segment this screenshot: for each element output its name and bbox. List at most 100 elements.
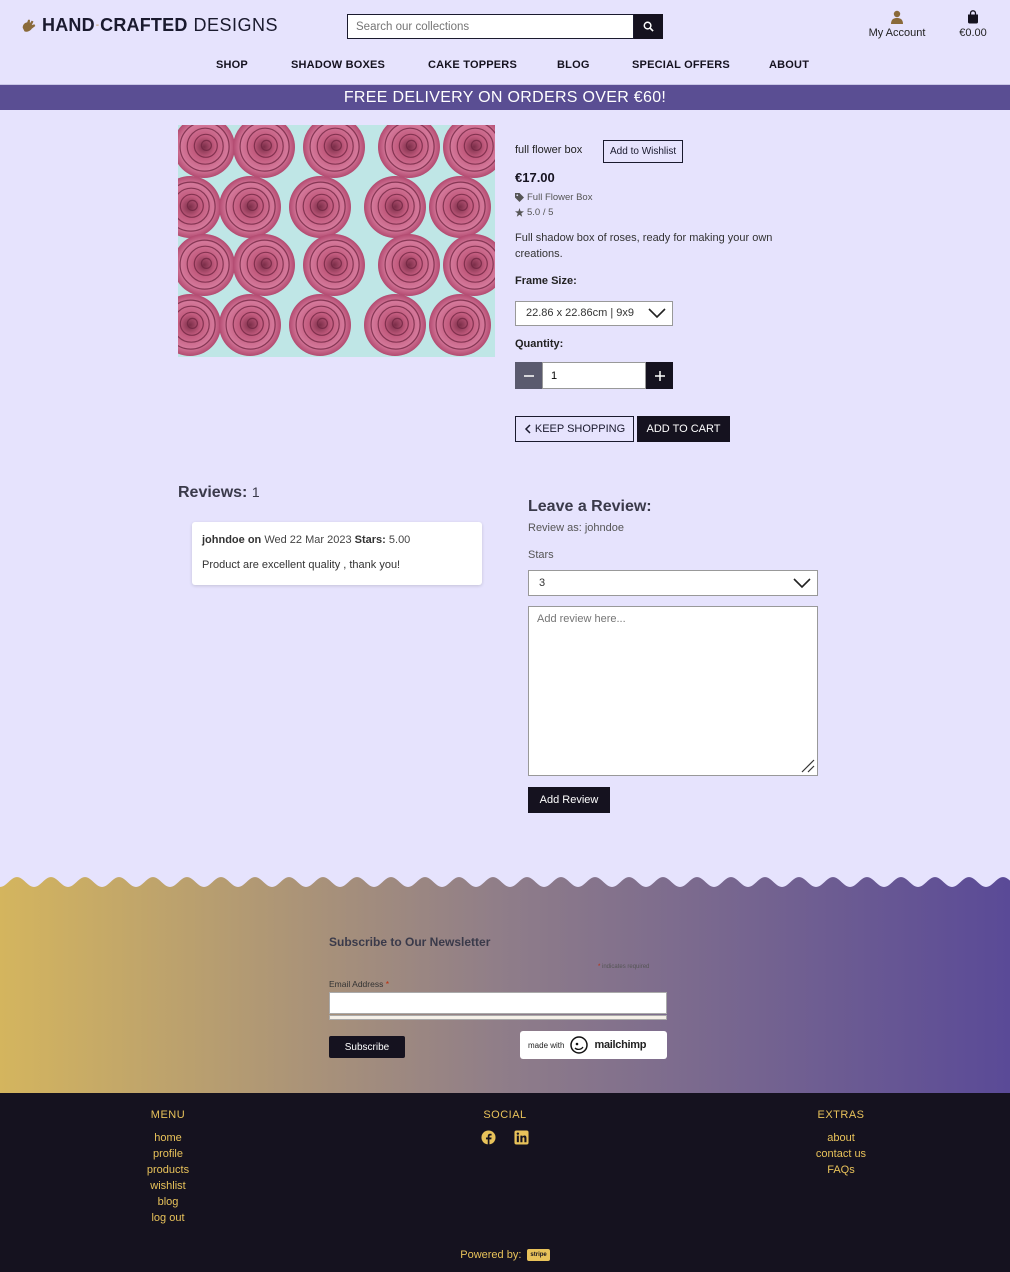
product-image[interactable] (178, 125, 495, 357)
quantity-input[interactable] (542, 362, 646, 389)
required-note: * indicates required (598, 964, 649, 970)
reviews-heading: Reviews: 1 (178, 484, 260, 502)
quantity-increase-button[interactable] (646, 362, 673, 389)
quantity-decrease-button[interactable] (515, 362, 542, 389)
newsletter-title: Subscribe to Our Newsletter (329, 935, 491, 949)
footer-link-home[interactable]: home (138, 1130, 198, 1146)
footer-link-contact[interactable]: contact us (806, 1146, 876, 1162)
review-as-user: Review as: johndoe (528, 522, 625, 534)
stars-label: Stars (528, 549, 554, 561)
footer-link-faqs[interactable]: FAQs (806, 1162, 876, 1178)
resize-handle-icon[interactable] (800, 758, 815, 773)
mailchimp-wordmark: mailchimp (594, 1039, 647, 1051)
nav-blog[interactable]: BLOG (557, 59, 590, 71)
logo-dash: - (95, 20, 100, 31)
tag-icon (515, 193, 524, 202)
footer-link-products[interactable]: products (138, 1162, 198, 1178)
frame-size-select[interactable]: 22.86 x 22.86cm | 9x9 (515, 301, 673, 326)
cart-total: €0.00 (959, 27, 987, 39)
site-logo[interactable]: HAND - CRAFTED DESIGNS (20, 15, 278, 36)
logo-text-light: DESIGNS (193, 15, 279, 35)
linkedin-icon[interactable] (514, 1130, 529, 1145)
footer-extras: EXTRAS about contact us FAQs (806, 1109, 876, 1178)
powered-by: Powered by: stripe (0, 1249, 1010, 1261)
mailchimp-logo-icon (570, 1036, 589, 1054)
search-button[interactable] (634, 14, 663, 39)
nav-cake-toppers[interactable]: CAKE TOPPERS (428, 59, 517, 71)
chevron-down-icon (648, 308, 666, 319)
chevron-left-icon (524, 424, 531, 434)
review-stars-label: Stars: (354, 534, 386, 546)
product-category-label: Full Flower Box (527, 192, 593, 203)
frame-size-label: Frame Size: (515, 275, 577, 287)
review-date: Wed 22 Mar 2023 (264, 534, 352, 546)
newsletter-background (0, 877, 1010, 1093)
review-stars: 5.00 (388, 534, 411, 546)
reviews-title: Reviews: (178, 484, 248, 501)
footer-link-about[interactable]: about (806, 1130, 876, 1146)
quantity-stepper (515, 362, 673, 389)
subscribe-button[interactable]: Subscribe (329, 1036, 405, 1058)
review-meta: johndoe on Wed 22 Mar 2023 Stars: 5.00 (202, 534, 472, 546)
email-required-asterisk: * (385, 979, 390, 989)
search-bar (347, 14, 663, 39)
nav-shop[interactable]: SHOP (216, 59, 248, 71)
chevron-down-icon (793, 578, 811, 589)
newsletter-response-bar (329, 1015, 667, 1020)
roses-image (178, 125, 495, 357)
stars-select[interactable]: 3 (528, 570, 818, 596)
star-icon (515, 208, 524, 217)
site-footer: MENU home profile products wishlist blog… (0, 1093, 1010, 1272)
required-asterisk: * (598, 964, 601, 970)
facebook-icon[interactable] (481, 1130, 496, 1145)
main-nav: SHOP SHADOW BOXES CAKE TOPPERS BLOG SPEC… (0, 59, 1010, 75)
nav-special-offers[interactable]: SPECIAL OFFERS (632, 59, 730, 71)
cart-link[interactable]: €0.00 (952, 10, 994, 39)
my-account-link[interactable]: My Account (862, 10, 932, 39)
product-rating: 5.0 / 5 (515, 207, 553, 218)
add-to-cart-button[interactable]: ADD TO CART (637, 416, 730, 442)
stars-select-value: 3 (539, 577, 546, 589)
footer-link-blog[interactable]: blog (138, 1194, 198, 1210)
hand-logo-icon (22, 19, 36, 32)
plus-icon (654, 370, 665, 381)
footer-menu-title: MENU (150, 1109, 186, 1121)
delivery-banner: FREE DELIVERY ON ORDERS OVER €60! (0, 85, 1010, 110)
footer-link-wishlist[interactable]: wishlist (138, 1178, 198, 1194)
footer-link-profile[interactable]: profile (138, 1146, 198, 1162)
review-card: johndoe on Wed 22 Mar 2023 Stars: 5.00 P… (192, 522, 482, 585)
product-category[interactable]: Full Flower Box (515, 192, 592, 203)
user-icon (891, 10, 903, 24)
product-price: €17.00 (515, 170, 555, 185)
nav-shadow-boxes[interactable]: SHADOW BOXES (291, 59, 385, 71)
search-icon (643, 21, 654, 32)
made-with-text: made with (528, 1040, 565, 1050)
review-body: Product are excellent quality , thank yo… (202, 559, 401, 571)
shopping-bag-icon (968, 10, 978, 24)
footer-social: SOCIAL (465, 1109, 545, 1145)
quantity-label: Quantity: (515, 338, 564, 350)
add-to-wishlist-button[interactable]: Add to Wishlist (603, 140, 684, 163)
email-field[interactable] (329, 992, 667, 1014)
logo-text-bold-2: CRAFTED (100, 15, 188, 35)
review-textarea[interactable] (528, 606, 818, 776)
minus-icon (523, 374, 534, 377)
search-input[interactable] (347, 14, 634, 39)
stripe-logo: stripe (527, 1249, 550, 1261)
keep-shopping-button[interactable]: KEEP SHOPPING (515, 416, 634, 442)
reviews-count: 1 (251, 484, 260, 500)
powered-by-text: Powered by: (460, 1249, 522, 1261)
product-rating-value: 5.0 / 5 (527, 207, 554, 218)
footer-social-title: SOCIAL (483, 1109, 527, 1121)
frame-size-value: 22.86 x 22.86cm | 9x9 (526, 307, 635, 319)
nav-about[interactable]: ABOUT (769, 59, 809, 71)
mailchimp-badge[interactable]: made with mailchimp (520, 1031, 667, 1059)
footer-menu: MENU home profile products wishlist blog… (138, 1109, 198, 1226)
logo-text-bold: HAND (42, 15, 95, 35)
review-author: johndoe on (202, 534, 262, 546)
product-description: Full shadow box of roses, ready for maki… (515, 232, 773, 260)
footer-link-logout[interactable]: log out (138, 1210, 198, 1226)
my-account-label: My Account (868, 27, 926, 39)
add-review-button[interactable]: Add Review (528, 787, 610, 813)
email-label: Email Address * (329, 979, 389, 989)
